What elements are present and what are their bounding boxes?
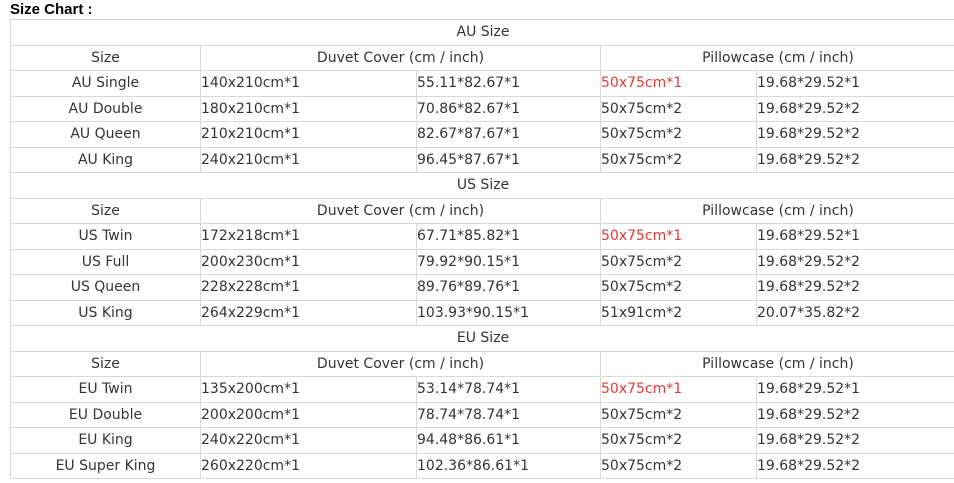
section-header-row: EU Size xyxy=(9,325,954,352)
pillow-inch-cell: 19.68*29.52*2 xyxy=(755,121,954,148)
table-row: EU King 240x220cm*1 94.48*86.61*1 50x75cm*2… xyxy=(10,427,954,454)
pillow-cm-cell: 50x75cm*2 xyxy=(600,95,757,122)
size-chart-body: AU Size Size Duvet Cover (cm / inch) Pillow… xyxy=(9,19,954,479)
duvet-inch-cell: 82.67*87.67*1 xyxy=(416,121,601,148)
section-title: AU Size xyxy=(9,19,954,46)
duvet-inch-cell: 79.92*90.15*1 xyxy=(416,248,601,275)
size-name-cell: EU Twin xyxy=(10,376,201,403)
duvet-inch-cell: 55.11*82.67*1 xyxy=(416,70,601,97)
table-row: US Twin 172x218cm*1 67.71*85.82*1 50x75cm*1… xyxy=(10,223,954,250)
duvet-cm-cell: 180x210cm*1 xyxy=(200,95,417,122)
table-row: US Queen 228x228cm*1 89.76*89.76*1 50x75cm*… xyxy=(10,274,954,301)
pillow-cm-cell: 50x75cm*1 xyxy=(600,376,757,403)
size-name-cell: EU Super King xyxy=(10,452,201,479)
size-name-cell: US Full xyxy=(10,248,201,275)
pillow-inch-cell: 19.68*29.52*2 xyxy=(755,95,954,122)
section-header-row: AU Size xyxy=(9,19,954,46)
duvet-cm-cell: 260x220cm*1 xyxy=(200,452,417,479)
duvet-inch-cell: 94.48*86.61*1 xyxy=(416,427,601,454)
duvet-cm-cell: 240x220cm*1 xyxy=(200,427,417,454)
pillow-inch-cell: 19.68*29.52*1 xyxy=(755,376,954,403)
size-name-cell: EU Double xyxy=(10,401,201,428)
duvet-cm-cell: 264x229cm*1 xyxy=(200,299,417,326)
pillow-column-header: Pillowcase (cm / inch) xyxy=(599,350,954,377)
pillow-column-header: Pillowcase (cm / inch) xyxy=(599,197,954,224)
size-column-header: Size xyxy=(10,197,201,224)
pillow-inch-cell: 19.68*29.52*2 xyxy=(755,146,954,173)
size-chart-table: AU Size Size Duvet Cover (cm / inch) Pillow… xyxy=(9,19,954,479)
table-row: EU Double 200x200cm*1 78.74*78.74*1 50x75cm… xyxy=(10,401,954,428)
duvet-cm-cell: 228x228cm*1 xyxy=(200,274,417,301)
pillow-inch-cell: 19.68*29.52*2 xyxy=(755,248,954,275)
size-name-cell: US King xyxy=(10,299,201,326)
section-title: EU Size xyxy=(9,325,954,352)
duvet-inch-cell: 78.74*78.74*1 xyxy=(416,401,601,428)
column-header-row: Size Duvet Cover (cm / inch) Pillowcase (c… xyxy=(10,350,954,377)
pillow-inch-cell: 19.68*29.52*2 xyxy=(755,452,954,479)
duvet-cm-cell: 200x230cm*1 xyxy=(200,248,417,275)
table-row: EU Super King 260x220cm*1 102.36*86.61*1 50… xyxy=(10,452,954,479)
duvet-inch-cell: 53.14*78.74*1 xyxy=(416,376,601,403)
size-column-header: Size xyxy=(10,44,201,71)
duvet-column-header: Duvet Cover (cm / inch) xyxy=(200,197,601,224)
section-title: US Size xyxy=(9,172,954,199)
size-name-cell: AU King xyxy=(10,146,201,173)
pillow-inch-cell: 20.07*35.82*2 xyxy=(755,299,954,326)
duvet-cm-cell: 140x210cm*1 xyxy=(200,70,417,97)
duvet-inch-cell: 102.36*86.61*1 xyxy=(416,452,601,479)
pillow-inch-cell: 19.68*29.52*1 xyxy=(755,70,954,97)
table-row: AU Queen 210x210cm*1 82.67*87.67*1 50x75cm*… xyxy=(10,121,954,148)
pillow-cm-cell: 50x75cm*2 xyxy=(600,274,757,301)
table-row: US King 264x229cm*1 103.93*90.15*1 51x91cm*… xyxy=(10,299,954,326)
table-row: AU King 240x210cm*1 96.45*87.67*1 50x75cm*2… xyxy=(10,146,954,173)
duvet-cm-cell: 210x210cm*1 xyxy=(200,121,417,148)
column-header-row: Size Duvet Cover (cm / inch) Pillowcase (c… xyxy=(10,44,954,71)
pillow-inch-cell: 19.68*29.52*1 xyxy=(755,223,954,250)
duvet-cm-cell: 135x200cm*1 xyxy=(200,376,417,403)
pillow-cm-cell: 51x91cm*2 xyxy=(600,299,757,326)
duvet-inch-cell: 103.93*90.15*1 xyxy=(416,299,601,326)
pillow-column-header: Pillowcase (cm / inch) xyxy=(599,44,954,71)
pillow-cm-cell: 50x75cm*1 xyxy=(600,223,757,250)
table-row: AU Double 180x210cm*1 70.86*82.67*1 50x75cm… xyxy=(10,95,954,122)
duvet-column-header: Duvet Cover (cm / inch) xyxy=(200,44,601,71)
table-row: US Full 200x230cm*1 79.92*90.15*1 50x75cm*2… xyxy=(10,248,954,275)
pillow-cm-cell: 50x75cm*2 xyxy=(600,401,757,428)
pillow-cm-cell: 50x75cm*1 xyxy=(600,70,757,97)
duvet-cm-cell: 172x218cm*1 xyxy=(200,223,417,250)
column-header-row: Size Duvet Cover (cm / inch) Pillowcase (c… xyxy=(10,197,954,224)
page-title: Size Chart : xyxy=(10,1,93,18)
size-name-cell: US Queen xyxy=(10,274,201,301)
table-row: AU Single 140x210cm*1 55.11*82.67*1 50x75cm… xyxy=(10,70,954,97)
duvet-inch-cell: 89.76*89.76*1 xyxy=(416,274,601,301)
pillow-inch-cell: 19.68*29.52*2 xyxy=(755,401,954,428)
size-name-cell: AU Single xyxy=(10,70,201,97)
pillow-cm-cell: 50x75cm*2 xyxy=(600,146,757,173)
duvet-inch-cell: 70.86*82.67*1 xyxy=(416,95,601,122)
pillow-cm-cell: 50x75cm*2 xyxy=(600,121,757,148)
section-header-row: US Size xyxy=(9,172,954,199)
duvet-inch-cell: 67.71*85.82*1 xyxy=(416,223,601,250)
pillow-cm-cell: 50x75cm*2 xyxy=(600,452,757,479)
size-name-cell: EU King xyxy=(10,427,201,454)
duvet-cm-cell: 200x200cm*1 xyxy=(200,401,417,428)
pillow-inch-cell: 19.68*29.52*2 xyxy=(755,427,954,454)
size-column-header: Size xyxy=(10,350,201,377)
pillow-cm-cell: 50x75cm*2 xyxy=(600,248,757,275)
size-name-cell: AU Queen xyxy=(10,121,201,148)
duvet-inch-cell: 96.45*87.67*1 xyxy=(416,146,601,173)
pillow-inch-cell: 19.68*29.52*2 xyxy=(755,274,954,301)
size-name-cell: US Twin xyxy=(10,223,201,250)
duvet-column-header: Duvet Cover (cm / inch) xyxy=(200,350,601,377)
size-name-cell: AU Double xyxy=(10,95,201,122)
table-row: EU Twin 135x200cm*1 53.14*78.74*1 50x75cm*1… xyxy=(10,376,954,403)
duvet-cm-cell: 240x210cm*1 xyxy=(200,146,417,173)
pillow-cm-cell: 50x75cm*2 xyxy=(600,427,757,454)
